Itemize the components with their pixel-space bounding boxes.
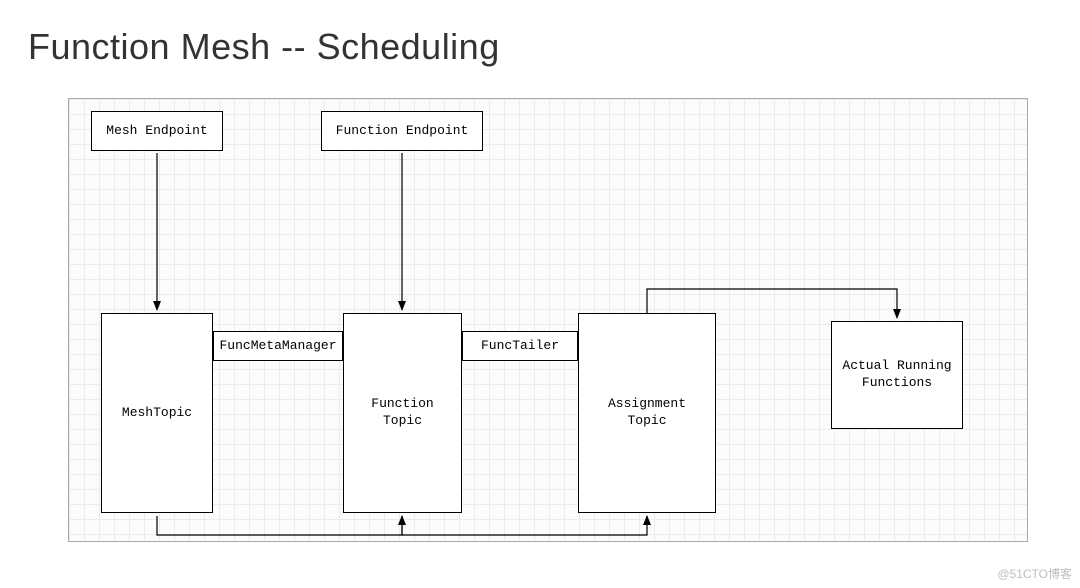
watermark: @51CTO博客 xyxy=(997,565,1072,582)
node-actual-running-functions: Actual Running Functions xyxy=(831,321,963,429)
node-func-meta-manager: FuncMetaManager xyxy=(213,331,343,361)
node-function-endpoint: Function Endpoint xyxy=(321,111,483,151)
page-title: Function Mesh -- Scheduling xyxy=(28,26,500,68)
node-mesh-topic: MeshTopic xyxy=(101,313,213,513)
node-func-tailer: FuncTailer xyxy=(462,331,578,361)
node-function-topic: Function Topic xyxy=(343,313,462,513)
node-assignment-topic: Assignment Topic xyxy=(578,313,716,513)
diagram-canvas: Mesh Endpoint Function Endpoint FuncMeta… xyxy=(68,98,1028,542)
node-mesh-endpoint: Mesh Endpoint xyxy=(91,111,223,151)
